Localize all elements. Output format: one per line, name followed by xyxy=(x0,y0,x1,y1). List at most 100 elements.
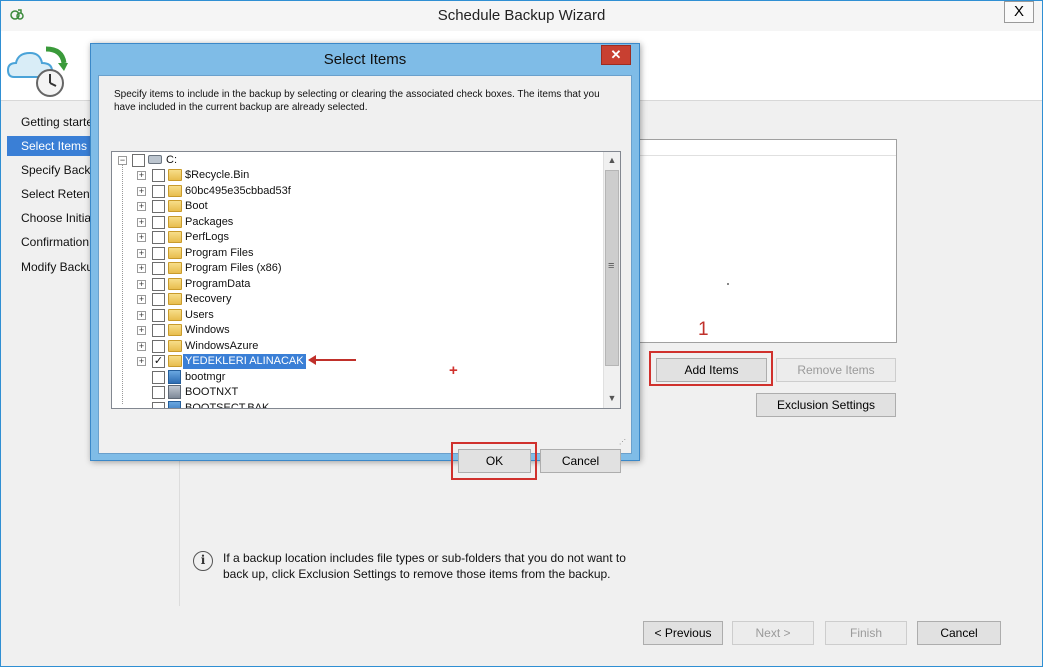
expand-toggle-icon[interactable]: + xyxy=(137,217,146,227)
item-checkbox[interactable] xyxy=(152,246,165,260)
expand-toggle-icon[interactable]: + xyxy=(137,264,146,273)
tree-row[interactable]: + PerfLogs xyxy=(112,230,602,245)
item-checkbox[interactable] xyxy=(152,169,165,182)
folder-icon xyxy=(168,308,182,321)
exclusion-settings-button[interactable]: Exclusion Settings xyxy=(756,393,896,417)
expand-toggle-icon[interactable]: + xyxy=(137,171,146,180)
system-file-icon xyxy=(168,369,181,384)
tree-root-row[interactable]: − C: xyxy=(112,153,602,168)
resize-grip-icon[interactable]: ⋰ xyxy=(619,439,629,451)
wizard-title: Schedule Backup Wizard xyxy=(437,7,606,24)
dialog-title: Select Items xyxy=(323,51,407,68)
remove-items-button[interactable]: Remove Items xyxy=(776,358,896,382)
item-checkbox[interactable] xyxy=(152,200,165,213)
tree-item-label: Windows xyxy=(185,324,230,336)
system-file-icon xyxy=(168,400,181,408)
annotation-number: 1 xyxy=(698,319,709,340)
tree-row[interactable]: + Windows xyxy=(112,323,602,338)
item-checkbox[interactable] xyxy=(152,184,165,198)
tree-row[interactable]: + Boot xyxy=(112,199,602,214)
next-button[interactable]: Next > xyxy=(732,621,814,645)
folder-icon xyxy=(168,169,182,181)
tree-row[interactable]: + Program Files (x86) xyxy=(112,261,602,276)
scroll-thumb[interactable]: ≡ xyxy=(605,170,619,366)
list-header xyxy=(638,140,896,156)
scroll-up-icon[interactable]: ▲ xyxy=(604,152,620,168)
item-checkbox[interactable] xyxy=(152,262,165,275)
tree-row[interactable]: BOOTNXT xyxy=(112,385,602,400)
expand-toggle-icon[interactable]: + xyxy=(137,233,146,242)
folder-icon xyxy=(168,355,182,367)
item-checkbox[interactable] xyxy=(152,293,165,306)
root-checkbox[interactable] xyxy=(132,154,145,167)
folder-icon xyxy=(168,293,182,305)
folder-icon xyxy=(168,246,182,259)
item-checkbox[interactable] xyxy=(152,215,165,229)
tree-row[interactable]: + Packages xyxy=(112,215,602,230)
expand-toggle-icon[interactable]: + xyxy=(137,248,146,258)
tree-row[interactable]: +60bc495e35cbbad53f xyxy=(112,184,602,199)
dialog-close-button[interactable]: ✕ xyxy=(601,45,631,65)
scroll-grip-icon: ≡ xyxy=(608,260,615,272)
item-checkbox[interactable] xyxy=(152,401,165,408)
tree-row[interactable]: bootmgr xyxy=(112,369,602,385)
folder-icon xyxy=(168,262,182,274)
tree-item-label: PerfLogs xyxy=(185,231,230,243)
item-checkbox[interactable] xyxy=(152,308,165,322)
expand-toggle-icon[interactable]: + xyxy=(137,186,146,196)
wizard-cancel-button[interactable]: Cancel xyxy=(917,621,1001,645)
wizard-close-button[interactable]: X xyxy=(1004,1,1034,23)
previous-button[interactable]: < Previous xyxy=(643,621,723,645)
selected-items-list[interactable] xyxy=(637,139,897,343)
tree-item-label: Packages xyxy=(185,215,234,228)
tree-row[interactable]: + Program Files xyxy=(112,246,602,261)
tree-root-label: C: xyxy=(166,154,177,166)
folder-icon xyxy=(168,231,182,243)
tree-scrollbar[interactable]: ▲ ≡ ▼ xyxy=(603,152,620,408)
tree-item-label: Recovery xyxy=(185,293,232,305)
dialog-body: Specify items to include in the backup b… xyxy=(98,75,632,480)
item-checkbox[interactable] xyxy=(152,324,165,337)
drive-icon xyxy=(148,155,162,164)
tree-item-label: Users xyxy=(185,308,214,321)
tree-item-label: Boot xyxy=(185,200,208,212)
item-checkbox[interactable] xyxy=(152,370,165,384)
list-dot xyxy=(727,283,729,285)
dialog-title-bar: Select Items ✕ xyxy=(91,44,639,74)
file-tree[interactable]: − C: + $Recycle.Bin +60bc495e35cbbad53f + Bo… xyxy=(111,151,621,409)
expand-toggle-icon[interactable]: + xyxy=(137,326,146,335)
expand-toggle-icon[interactable]: + xyxy=(137,341,146,351)
folder-icon xyxy=(168,215,182,228)
tree-item-label: BOOTSECT.BAK xyxy=(185,401,270,409)
ok-button[interactable]: OK xyxy=(458,449,531,473)
tree-item-label: BOOTNXT xyxy=(185,386,239,398)
tree-row[interactable]: + ✓ YEDEKLERI ALINACAK xyxy=(112,353,602,370)
dialog-cancel-button[interactable]: Cancel xyxy=(540,449,621,473)
annotation-plus: + xyxy=(449,362,458,379)
add-items-button[interactable]: Add Items xyxy=(656,358,767,382)
tree-row[interactable]: + Users xyxy=(112,308,602,323)
tree-row[interactable]: + $Recycle.Bin xyxy=(112,168,602,183)
tree-item-label: YEDEKLERI ALINACAK xyxy=(182,353,307,370)
folder-icon xyxy=(168,324,182,336)
item-checkbox[interactable] xyxy=(152,339,165,353)
expand-toggle-icon[interactable]: + xyxy=(137,202,146,211)
expand-toggle-icon[interactable]: + xyxy=(137,295,146,304)
tree-row[interactable]: BOOTSECT.BAK xyxy=(112,400,602,409)
expand-toggle-icon[interactable]: + xyxy=(137,310,146,320)
tree-row[interactable]: + Recovery xyxy=(112,292,602,307)
tree-row[interactable]: + WindowsAzure xyxy=(112,339,602,354)
tree-row[interactable]: + ProgramData xyxy=(112,277,602,292)
scroll-down-icon[interactable]: ▼ xyxy=(604,390,620,406)
item-checkbox[interactable] xyxy=(152,386,165,399)
folder-icon xyxy=(168,200,182,212)
item-checkbox[interactable] xyxy=(152,277,165,291)
info-text: If a backup location includes file types… xyxy=(223,551,626,581)
item-checkbox[interactable]: ✓ xyxy=(152,355,165,368)
tree-item-label: bootmgr xyxy=(185,370,226,383)
expand-toggle-icon[interactable]: + xyxy=(137,357,146,366)
system-file-icon xyxy=(168,385,181,399)
item-checkbox[interactable] xyxy=(152,231,165,244)
expand-toggle-icon[interactable]: + xyxy=(137,279,146,289)
finish-button[interactable]: Finish xyxy=(825,621,907,645)
